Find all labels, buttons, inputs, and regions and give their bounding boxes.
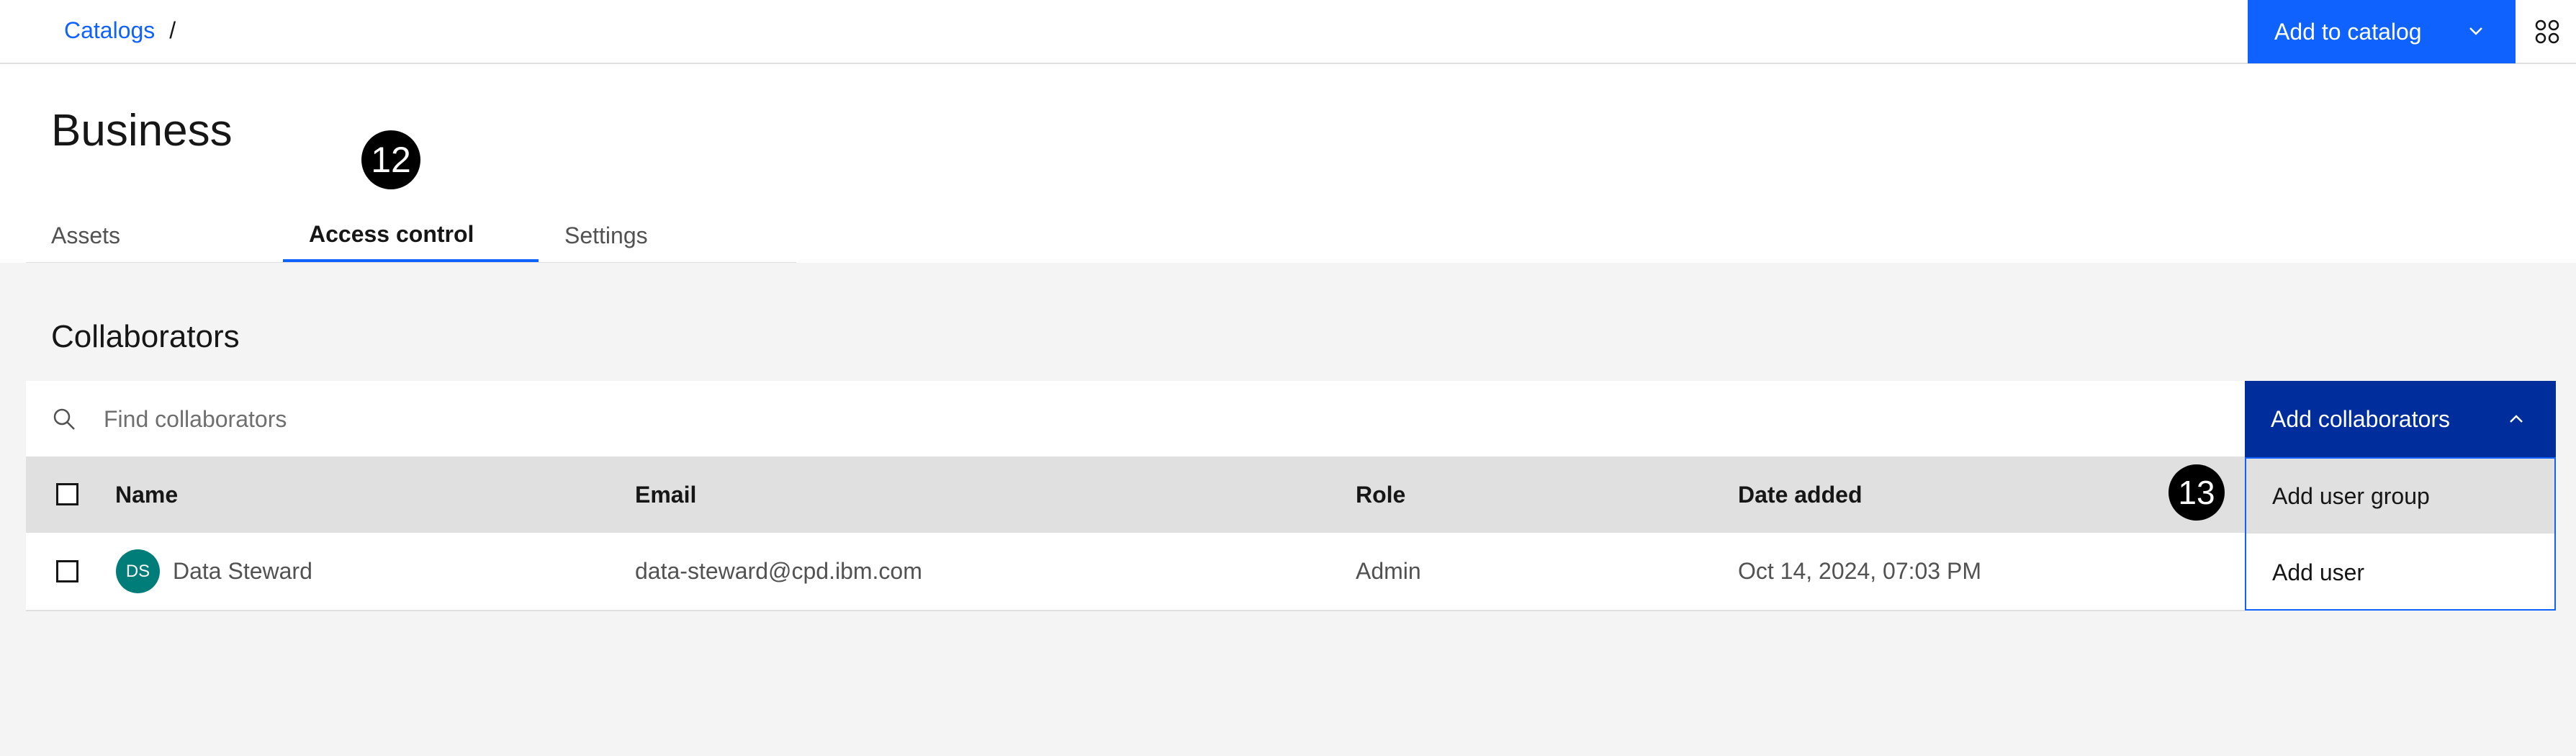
breadcrumb-link-catalogs[interactable]: Catalogs [64,17,155,44]
step-badge-12: 12 [361,130,420,189]
breadcrumb: Catalogs / [64,17,176,44]
column-header-date-added[interactable]: Date added [1738,456,1862,533]
breadcrumb-separator: / [169,17,176,43]
chevron-up-icon [2510,415,2523,423]
page-title: Business [51,106,233,156]
collaborators-panel: Collaborators Add collaborators Name Ema… [0,263,2576,756]
table-row: DS Data Steward data-steward@cpd.ibm.com… [26,533,2245,611]
top-header: Catalogs / Add to catalog [0,0,2576,64]
cell-email: data-steward@cpd.ibm.com [635,558,922,584]
tab-settings[interactable]: Settings [539,209,796,262]
cell-role: Admin [1356,558,1421,584]
add-collaborators-label: Add collaborators [2271,405,2451,432]
menu-item-add-user-group[interactable]: Add user group [2246,459,2554,534]
search-icon [53,408,75,430]
cell-name: Data Steward [173,558,312,584]
apps-icon[interactable] [2534,19,2560,45]
row-checkbox[interactable] [56,560,78,582]
add-collaborators-menu: Add user group Add user [2245,457,2556,611]
tab-access-control[interactable]: Access control [283,209,539,262]
tab-list: Assets Access control Settings [26,209,796,264]
cell-date-added: Oct 14, 2024, 07:03 PM [1738,558,1981,584]
add-collaborators-button[interactable]: Add collaborators [2245,381,2556,457]
step-badge-13: 13 [2169,464,2225,521]
menu-item-add-user[interactable]: Add user [2246,535,2554,610]
chevron-down-icon [2469,27,2482,35]
tab-assets[interactable]: Assets [26,209,283,262]
add-to-catalog-label: Add to catalog [2274,18,2422,45]
add-to-catalog-button[interactable]: Add to catalog [2248,0,2516,63]
column-header-email[interactable]: Email [635,456,696,533]
select-all-checkbox[interactable] [56,483,78,505]
table-header: Name Email Role Date added [26,456,2245,533]
column-header-name[interactable]: Name [115,456,178,533]
search-input[interactable] [102,397,2121,441]
section-title: Collaborators [51,319,240,354]
search-toolbar [26,381,2245,456]
avatar: DS [116,549,160,593]
column-header-role[interactable]: Role [1356,456,1405,533]
